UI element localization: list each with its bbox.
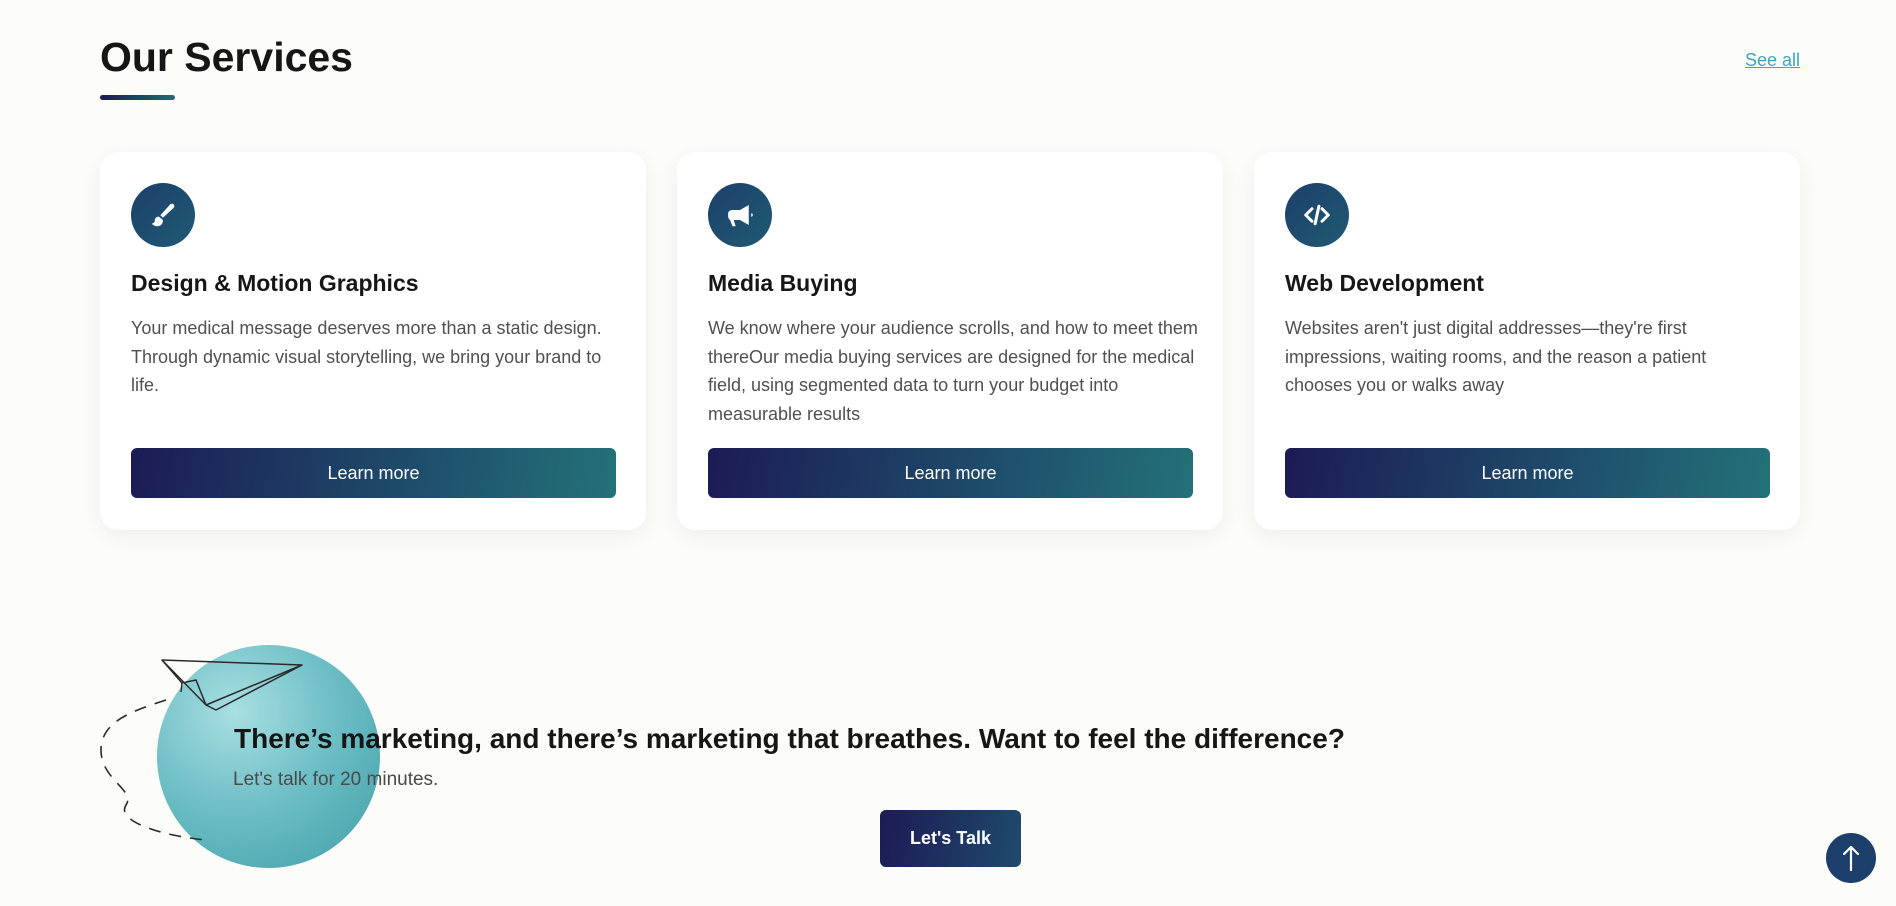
card-title: Web Development xyxy=(1285,270,1484,296)
see-all-link[interactable]: See all xyxy=(1745,50,1800,71)
section-title: Our Services xyxy=(100,34,353,80)
services-header: Our Services See all xyxy=(100,34,1800,104)
learn-more-button[interactable]: Learn more xyxy=(708,448,1193,498)
megaphone-icon xyxy=(708,183,772,247)
learn-more-button[interactable]: Learn more xyxy=(131,448,616,498)
services-cards: Design & Motion Graphics Your medical me… xyxy=(100,152,1800,530)
cta-heading: There’s marketing, and there’s marketing… xyxy=(234,723,1345,754)
paintbrush-icon xyxy=(131,183,195,247)
code-icon xyxy=(1285,183,1349,247)
service-card-design: Design & Motion Graphics Your medical me… xyxy=(100,152,646,530)
card-title: Design & Motion Graphics xyxy=(131,270,419,296)
scroll-to-top-button[interactable] xyxy=(1826,833,1876,883)
service-card-web-development: Web Development Websites aren't just dig… xyxy=(1254,152,1800,530)
lets-talk-button[interactable]: Let's Talk xyxy=(880,810,1021,867)
card-description: We know where your audience scrolls, and… xyxy=(708,318,1198,424)
card-title: Media Buying xyxy=(708,270,858,296)
learn-more-button[interactable]: Learn more xyxy=(1285,448,1770,498)
card-description: Websites aren't just digital addresses—t… xyxy=(1285,318,1707,395)
card-description: Your medical message deserves more than … xyxy=(131,318,602,395)
title-underline xyxy=(100,95,175,100)
service-card-media-buying: Media Buying We know where your audience… xyxy=(677,152,1223,530)
paper-plane-icon xyxy=(100,659,303,841)
arrow-up-icon xyxy=(1842,845,1860,872)
cta-subheading: Let's talk for 20 minutes. xyxy=(233,769,439,790)
